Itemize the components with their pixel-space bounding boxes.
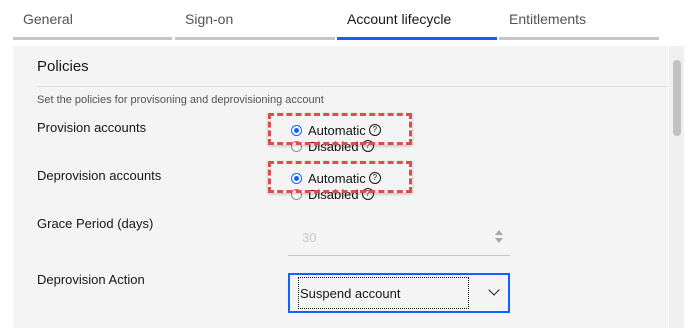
number-stepper[interactable]	[494, 230, 504, 243]
deprovision-action-label: Deprovision Action	[37, 272, 145, 287]
deprovision-disabled-label: Disabled	[308, 186, 359, 202]
decrement-arrow-icon[interactable]	[495, 238, 503, 243]
help-icon[interactable]: ?	[361, 188, 374, 200]
deprovision-automatic-label: Automatic	[308, 170, 366, 186]
deprovision-action-value: Suspend account	[300, 286, 401, 301]
deprovision-disabled-option[interactable]: Disabled ?	[291, 186, 381, 202]
chevron-down-icon[interactable]	[488, 284, 500, 296]
scrollbar-thumb[interactable]	[673, 60, 681, 136]
tab-bar: General Sign-on Account lifecycle Entitl…	[0, 0, 660, 40]
policies-panel: Policies Set the policies for provisonin…	[13, 46, 669, 328]
help-icon[interactable]: ?	[361, 140, 374, 152]
tab-sign-on[interactable]: Sign-on	[175, 0, 335, 40]
tab-account-lifecycle[interactable]: Account lifecycle	[337, 0, 497, 40]
tab-entitlements[interactable]: Entitlements	[499, 0, 659, 40]
grace-period-label: Grace Period (days)	[37, 216, 154, 231]
provision-automatic-option[interactable]: Automatic ?	[291, 122, 381, 138]
increment-arrow-icon[interactable]	[495, 230, 503, 235]
radio-checked-icon[interactable]	[291, 172, 302, 184]
deprovision-action-select[interactable]: Suspend account	[288, 273, 510, 313]
tab-general[interactable]: General	[13, 0, 172, 40]
radio-checked-icon[interactable]	[291, 124, 302, 136]
section-description: Set the policies for provisoning and dep…	[37, 94, 324, 106]
divider	[37, 86, 669, 87]
deprovision-automatic-option[interactable]: Automatic ?	[291, 170, 381, 186]
grace-period-input[interactable]: 30	[288, 220, 510, 256]
provision-accounts-label: Provision accounts	[37, 120, 147, 135]
section-title: Policies	[37, 58, 89, 75]
provision-disabled-label: Disabled	[308, 138, 359, 154]
deprovision-radio-group: Automatic ? Disabled ?	[291, 170, 381, 202]
grace-period-value: 30	[302, 230, 317, 245]
provision-radio-group: Automatic ? Disabled ?	[291, 122, 381, 154]
vertical-scrollbar[interactable]	[669, 46, 684, 328]
deprovision-accounts-label: Deprovision accounts	[37, 168, 162, 183]
help-icon[interactable]: ?	[368, 124, 381, 136]
radio-unchecked-icon[interactable]	[291, 140, 302, 152]
provision-disabled-option[interactable]: Disabled ?	[291, 138, 381, 154]
provision-automatic-label: Automatic	[308, 122, 366, 138]
help-icon[interactable]: ?	[368, 172, 381, 184]
radio-unchecked-icon[interactable]	[291, 188, 302, 200]
